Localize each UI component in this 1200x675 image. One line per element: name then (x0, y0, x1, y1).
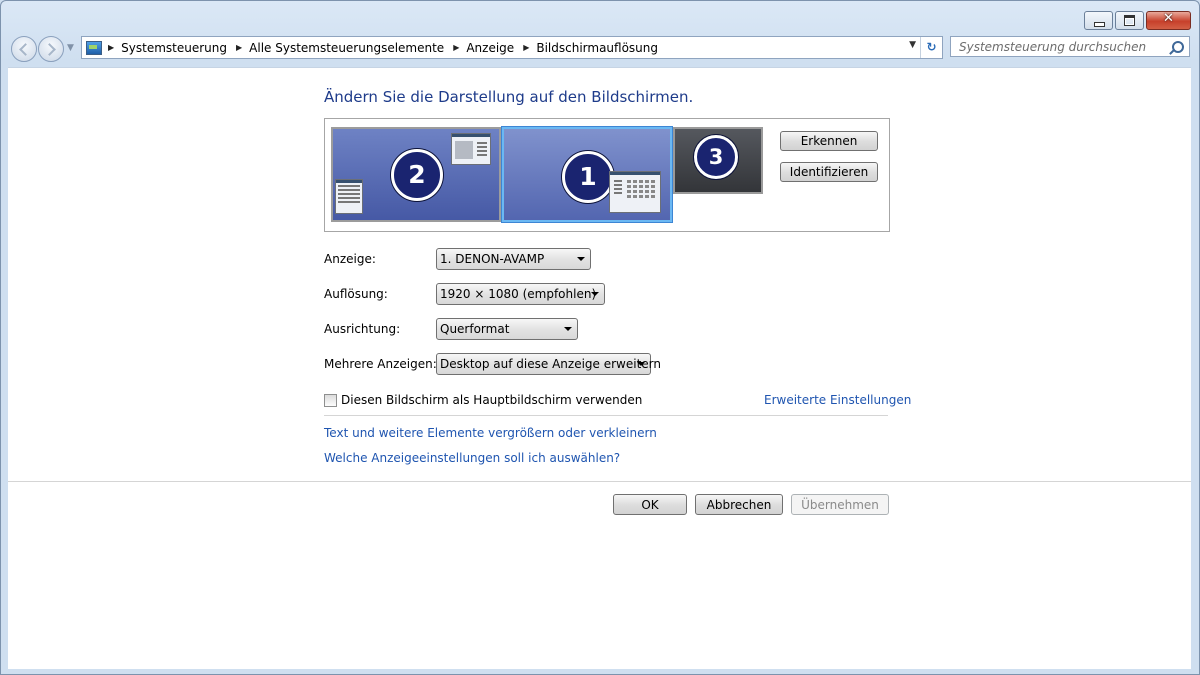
display-label: Anzeige: (324, 252, 376, 266)
chevron-down-icon (577, 257, 585, 261)
orientation-label: Ausrichtung: (324, 322, 401, 336)
display-select[interactable]: 1. DENON-AVAMP (436, 248, 591, 270)
resolution-value: 1920 × 1080 (empfohlen) (440, 287, 597, 301)
identify-button[interactable]: Identifizieren (780, 162, 878, 182)
breadcrumb-anzeige[interactable]: Anzeige (466, 41, 514, 55)
back-button[interactable] (11, 36, 37, 62)
chevron-down-icon (637, 362, 645, 366)
control-panel-window: ✕ ▼ ▶ Systemsteuerung ▶ Alle Systemsteue… (0, 0, 1200, 675)
search-input[interactable] (951, 37, 1164, 56)
multiple-displays-select[interactable]: Desktop auf diese Anzeige erweitern (436, 353, 661, 375)
caption-buttons: ✕ (1084, 11, 1191, 30)
monitor-1[interactable]: 1 (502, 127, 672, 222)
window-thumbnail-icon (335, 179, 363, 214)
ok-button[interactable]: OK (613, 494, 687, 515)
close-button[interactable]: ✕ (1146, 11, 1191, 30)
orientation-value: Querformat (440, 322, 510, 336)
maximize-icon (1124, 15, 1135, 26)
chevron-down-icon (564, 327, 572, 331)
breadcrumb-alle-elemente[interactable]: Alle Systemsteuerungselemente (249, 41, 444, 55)
divider (324, 415, 888, 416)
text-size-link[interactable]: Text und weitere Elemente vergrößern ode… (324, 426, 657, 440)
multiple-displays-value: Desktop auf diese Anzeige erweitern (440, 357, 661, 371)
chevron-right-icon[interactable]: ▶ (108, 43, 114, 52)
page-title: Ändern Sie die Darstellung auf den Bilds… (324, 88, 694, 106)
resolution-row: Auflösung: 1920 × 1080 (empfohlen) (324, 283, 605, 305)
primary-display-label[interactable]: Diesen Bildschirm als Hauptbildschirm ve… (341, 393, 642, 407)
display-value: 1. DENON-AVAMP (440, 252, 545, 266)
chevron-right-icon[interactable]: ▶ (236, 43, 242, 52)
monitor-number-3: 3 (694, 135, 738, 179)
apply-button[interactable]: Übernehmen (791, 494, 889, 515)
refresh-icon[interactable]: ↻ (920, 37, 942, 58)
breadcrumb-bildschirmaufloesung[interactable]: Bildschirmauflösung (536, 41, 658, 55)
chevron-right-icon[interactable]: ▶ (453, 43, 459, 52)
minimize-icon (1094, 22, 1105, 27)
which-settings-link[interactable]: Welche Anzeigeeinstellungen soll ich aus… (324, 451, 620, 465)
control-panel-icon (86, 40, 102, 55)
monitor-arrangement: 2 1 3 Erkennen Identifizieren (324, 118, 890, 232)
window-thumbnail-icon (609, 171, 661, 213)
resolution-select[interactable]: 1920 × 1080 (empfohlen) (436, 283, 605, 305)
search-icon[interactable] (1172, 41, 1184, 53)
monitor-3[interactable]: 3 (673, 127, 763, 194)
monitor-number-1: 1 (562, 151, 614, 203)
chevron-right-icon[interactable]: ▶ (523, 43, 529, 52)
cancel-button[interactable]: Abbrechen (695, 494, 783, 515)
content-pane: Ändern Sie die Darstellung auf den Bilds… (8, 67, 1191, 669)
minimize-button[interactable] (1084, 11, 1113, 30)
address-bar[interactable]: ▶ Systemsteuerung ▶ Alle Systemsteuerung… (81, 36, 943, 59)
monitor-number-2: 2 (391, 149, 443, 201)
divider (8, 481, 1191, 482)
close-icon: ✕ (1163, 11, 1174, 26)
primary-display-option: Diesen Bildschirm als Hauptbildschirm ve… (324, 393, 642, 407)
resolution-label: Auflösung: (324, 287, 388, 301)
chevron-down-icon (591, 292, 599, 296)
multiple-displays-row: Mehrere Anzeigen: Desktop auf diese Anze… (324, 353, 661, 375)
maximize-button[interactable] (1115, 11, 1144, 30)
multiple-displays-label: Mehrere Anzeigen: (324, 357, 437, 371)
detect-button[interactable]: Erkennen (780, 131, 878, 151)
recent-pages-dropdown-icon[interactable]: ▼ (67, 43, 74, 53)
orientation-row: Ausrichtung: Querformat (324, 318, 578, 340)
window-thumbnail-icon (451, 133, 491, 165)
display-row: Anzeige: 1. DENON-AVAMP (324, 248, 591, 270)
breadcrumb-systemsteuerung[interactable]: Systemsteuerung (121, 41, 227, 55)
search-box (950, 36, 1190, 57)
forward-button[interactable] (38, 36, 64, 62)
advanced-settings-link[interactable]: Erweiterte Einstellungen (764, 393, 911, 407)
orientation-select[interactable]: Querformat (436, 318, 578, 340)
address-dropdown-icon[interactable]: ▼ (909, 40, 916, 50)
monitor-2[interactable]: 2 (331, 127, 501, 222)
primary-display-checkbox[interactable] (324, 393, 337, 407)
